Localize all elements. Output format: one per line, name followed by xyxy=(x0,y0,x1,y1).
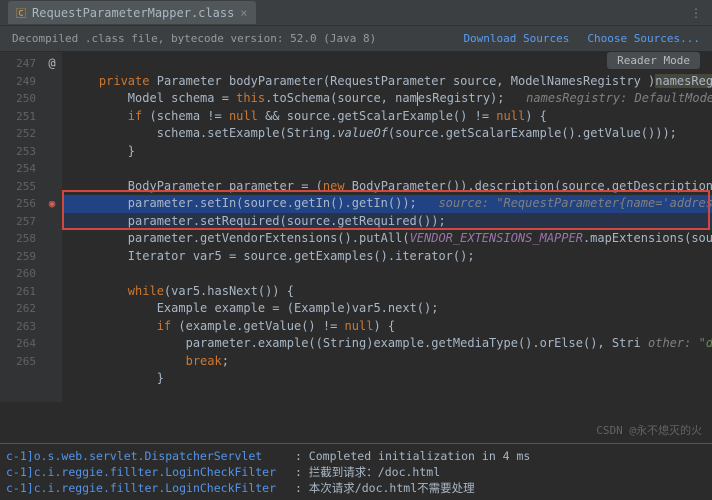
close-icon[interactable]: × xyxy=(240,6,247,20)
console-line: c-1] c.i.reggie.fillter.LoginCheckFilter… xyxy=(6,480,706,496)
reader-mode-badge[interactable]: Reader Mode xyxy=(607,52,700,69)
code-line[interactable]: while(var5.hasNext()) { xyxy=(62,283,712,301)
code-line[interactable]: Iterator var5 = source.getExamples().ite… xyxy=(62,248,712,266)
code-line[interactable]: private Parameter bodyParameter(RequestP… xyxy=(62,73,712,91)
banner-text: Decompiled .class file, bytecode version… xyxy=(12,32,376,45)
console-line: c-1] c.i.reggie.fillter.LoginCheckFilter… xyxy=(6,464,706,480)
file-tab[interactable]: 🄲 RequestParameterMapper.class × xyxy=(8,1,256,24)
override-icon[interactable]: @ xyxy=(48,56,55,70)
download-sources-link[interactable]: Download Sources xyxy=(463,32,569,45)
class-file-icon: 🄲 xyxy=(16,5,26,20)
choose-sources-link[interactable]: Choose Sources... xyxy=(587,32,700,45)
tab-bar: 🄲 RequestParameterMapper.class × ⋮ xyxy=(0,0,712,26)
kebab-menu-icon[interactable]: ⋮ xyxy=(690,6,702,20)
console-line: c-1] o.s.web.servlet.DispatcherServlet :… xyxy=(6,448,706,464)
code-line[interactable]: } xyxy=(62,370,712,388)
code-line[interactable]: schema.setExample(String.valueOf(source.… xyxy=(62,125,712,143)
code-line[interactable] xyxy=(62,265,712,283)
code-line[interactable]: if (example.getValue() != null) { xyxy=(62,318,712,336)
gutter-icons: @◉ xyxy=(42,52,62,402)
banner-links: Download Sources Choose Sources... xyxy=(463,32,700,45)
code-line[interactable]: if (schema != null && source.getScalarEx… xyxy=(62,108,712,126)
code-line[interactable]: parameter.setIn(source.getIn().getIn());… xyxy=(62,195,712,213)
code-line[interactable]: parameter.getVendorExtensions().putAll(V… xyxy=(62,230,712,248)
breakpoint-icon[interactable]: ◉ xyxy=(49,197,56,210)
code-line[interactable]: BodyParameter parameter = (new BodyParam… xyxy=(62,178,712,196)
decompiled-banner: Decompiled .class file, bytecode version… xyxy=(0,26,712,52)
tab-filename: RequestParameterMapper.class xyxy=(32,6,234,20)
line-gutter[interactable]: 2472492502512522532542552562572582592602… xyxy=(0,52,42,402)
code-line[interactable]: Model schema = this.toSchema(source, nam… xyxy=(62,90,712,108)
console-panel[interactable]: c-1] o.s.web.servlet.DispatcherServlet :… xyxy=(0,443,712,500)
code-line[interactable]: } xyxy=(62,143,712,161)
code-line[interactable]: Example example = (Example)var5.next(); xyxy=(62,300,712,318)
code-line[interactable]: parameter.example((String)example.getMed… xyxy=(62,335,712,353)
editor: 2472492502512522532542552562572582592602… xyxy=(0,52,712,402)
code-line[interactable]: break; xyxy=(62,353,712,371)
code-area[interactable]: private Parameter bodyParameter(RequestP… xyxy=(62,52,712,402)
watermark: CSDN @永不熄灭的火 xyxy=(596,422,702,438)
code-line[interactable] xyxy=(62,160,712,178)
code-line[interactable]: parameter.setRequired(source.getRequired… xyxy=(62,213,712,231)
